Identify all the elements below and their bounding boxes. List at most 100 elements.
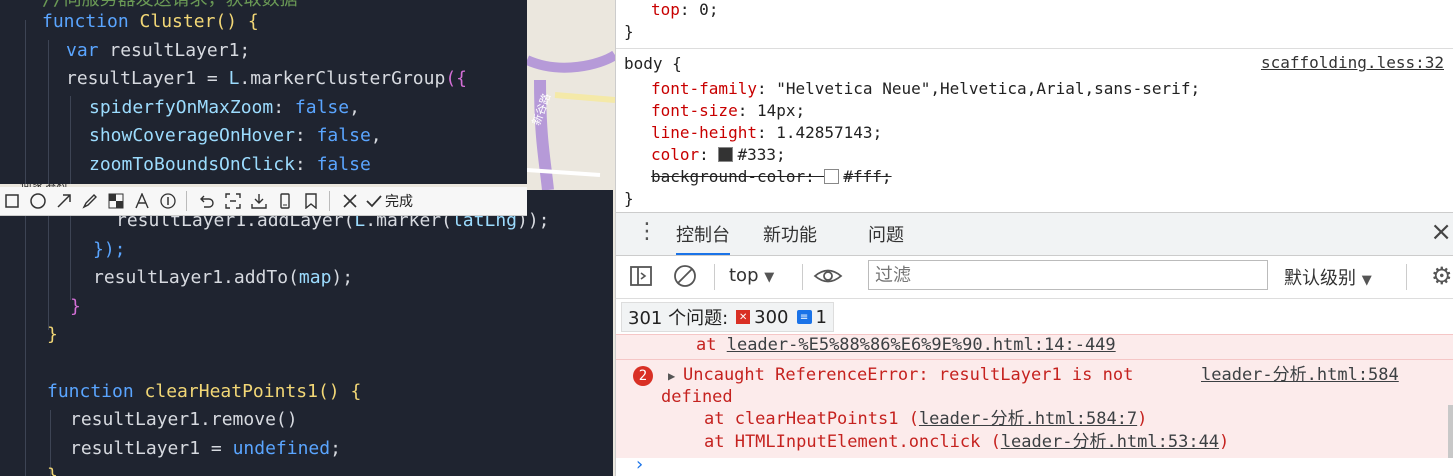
gear-icon[interactable]: ⚙: [1431, 262, 1453, 290]
arrow-icon[interactable]: [52, 189, 76, 213]
css-selector[interactable]: body {: [624, 53, 682, 75]
code-line-var: var resultLayer1;: [66, 37, 250, 65]
screenshot-toolbar: 完成: [0, 187, 527, 216]
tab-issues[interactable]: 问题: [868, 221, 904, 247]
clear-console-icon[interactable]: [673, 264, 697, 292]
code-editor-top[interactable]: //向服务器发送请求，获取数据 function Cluster() { var…: [0, 0, 527, 184]
style-decl-overridden[interactable]: background-color: #fff;: [651, 166, 892, 188]
rule-close: }: [624, 189, 634, 208]
stack-prefix: at HTMLInputElement.onclick (: [704, 432, 1001, 452]
code-line-assign: resultLayer1 = L.markerClusterGroup({: [66, 65, 467, 93]
function-name: Cluster: [139, 11, 216, 32]
console-prompt[interactable]: ›: [616, 454, 1453, 476]
code-line-close: });: [93, 236, 126, 264]
indent-guide: [48, 40, 49, 184]
text-icon[interactable]: [130, 189, 154, 213]
keyword: function: [42, 11, 129, 32]
message-divider: [616, 359, 1453, 360]
style-decl[interactable]: font-size: 14px;: [651, 100, 805, 122]
code-punct: ,: [370, 125, 382, 146]
code-line-option: showCoverageOnHover: false,: [89, 125, 382, 146]
done-button[interactable]: 完成: [366, 191, 413, 211]
stack-link[interactable]: leader-%E5%88%86%E6%9E%90.html:14:-449: [727, 335, 1116, 355]
code-var: resultLayer1: [93, 267, 224, 288]
download-icon[interactable]: [247, 189, 271, 213]
option-value: false: [316, 154, 371, 175]
code-paren: ({: [445, 68, 467, 89]
stack-link[interactable]: leader-分析.html:584:7: [919, 409, 1137, 429]
context-selector[interactable]: top ▼: [729, 265, 774, 286]
done-label: 完成: [385, 194, 413, 210]
close-icon[interactable]: [338, 189, 362, 213]
stack-line: at leader-%E5%88%86%E6%9E%90.html:14:-44…: [696, 334, 1116, 356]
more-tabs-icon[interactable]: ⋮: [636, 219, 658, 244]
chevron-down-icon: ▼: [1361, 273, 1372, 288]
css-value: 0: [699, 0, 709, 19]
console-toolbar: top ▼ 默认级别 ▼ ⚙: [616, 256, 1453, 299]
repeat-count-badge: 2: [633, 366, 653, 386]
code-var: resultLayer1: [70, 409, 201, 430]
source-link[interactable]: scaffolding.less:32: [1261, 53, 1444, 72]
code-line-function-clear: function clearHeatPoints1() {: [47, 378, 361, 406]
circle-icon[interactable]: [26, 189, 50, 213]
code-var: resultLayer1: [66, 68, 197, 89]
code-value: undefined: [232, 438, 331, 459]
pen-icon[interactable]: [78, 189, 102, 213]
code-line-addto: resultLayer1.addTo(map);: [93, 264, 353, 292]
expand-triangle-icon[interactable]: ▶: [668, 365, 675, 387]
css-prop: line-height: [651, 123, 757, 142]
close-drawer-icon[interactable]: ×: [1430, 217, 1452, 247]
style-decl[interactable]: color: #333;: [651, 144, 786, 166]
style-decl[interactable]: font-family: "Helvetica Neue",Helvetica,…: [651, 78, 1200, 100]
issues-counter[interactable]: 301 个问题: ✕ 300 ≡ 1: [621, 302, 834, 332]
tab-console[interactable]: 控制台: [676, 221, 730, 255]
log-level-dropdown[interactable]: 默认级别 ▼: [1284, 264, 1372, 290]
option-value: false: [316, 125, 371, 146]
option-key: spiderfyOnMaxZoom: [89, 97, 274, 118]
color-swatch[interactable]: [718, 147, 734, 162]
stack-link[interactable]: leader-分析.html:53:44: [1001, 432, 1219, 452]
style-decl-top[interactable]: top: 0;: [651, 0, 718, 21]
prompt-chevron-icon: ›: [634, 454, 645, 475]
code-editor-bottom[interactable]: resultLayer1.addLayer(L.marker(latLng));…: [0, 190, 613, 476]
code-punct: () {: [215, 11, 259, 32]
color-swatch[interactable]: [824, 169, 840, 184]
rectangle-icon[interactable]: [0, 189, 24, 213]
css-prop: color: [651, 145, 700, 164]
code-punct: ;: [330, 438, 341, 459]
number-icon[interactable]: [156, 189, 180, 213]
bookmark-icon[interactable]: [299, 189, 323, 213]
error-source-link[interactable]: leader-分析.html:584: [1201, 364, 1399, 386]
undo-icon[interactable]: [195, 189, 219, 213]
error-badge: ✕ 300: [736, 307, 789, 328]
toolbar-divider: [714, 264, 715, 290]
css-value: #fff: [843, 167, 882, 186]
error-message: Uncaught ReferenceError: resultLayer1 is…: [683, 365, 1134, 385]
option-key: showCoverageOnHover: [89, 125, 295, 146]
eye-icon[interactable]: [813, 264, 843, 292]
code-call: .markerClusterGroup: [239, 68, 446, 89]
code-obj: L: [228, 68, 240, 89]
filter-input[interactable]: [868, 260, 1268, 290]
scrollbar-thumb[interactable]: [1448, 405, 1453, 459]
stack-line: at HTMLInputElement.onclick (leader-分析.h…: [704, 431, 1229, 453]
code-line-remove: resultLayer1.remove(): [70, 406, 298, 434]
css-prop: background-color: [651, 167, 806, 186]
code-arg: map: [298, 267, 332, 288]
ocr-icon[interactable]: [221, 189, 245, 213]
issues-label: 301 个问题:: [628, 308, 729, 329]
rule-divider: [616, 48, 1453, 49]
code-punct: );: [331, 267, 354, 288]
console-messages: at leader-%E5%88%86%E6%9E%90.html:14:-44…: [616, 334, 1453, 459]
code-punct: }: [70, 296, 81, 317]
phone-icon[interactable]: [273, 189, 297, 213]
code-var: resultLayer1: [70, 438, 201, 459]
info-badge: ≡ 1: [796, 307, 827, 328]
style-decl[interactable]: line-height: 1.42857143;: [651, 122, 882, 144]
error-icon: ✕: [736, 310, 751, 324]
sidebar-toggle-icon[interactable]: [629, 264, 653, 292]
mosaic-icon[interactable]: [104, 189, 128, 213]
code-op: =: [196, 68, 229, 89]
tab-whats-new[interactable]: 新功能: [763, 221, 817, 247]
css-prop: font-size: [651, 101, 738, 120]
